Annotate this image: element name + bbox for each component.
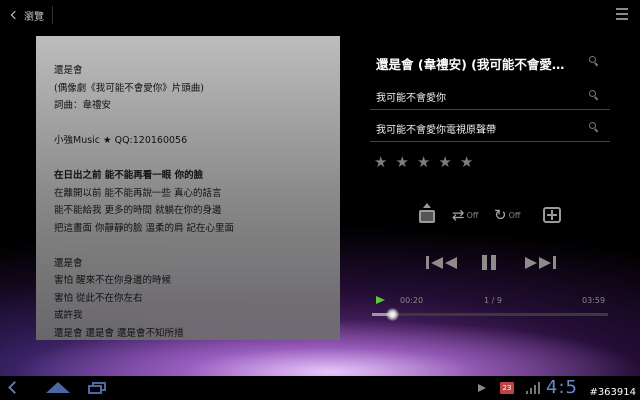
total-time: 03:59 [582,296,606,305]
seek-bar[interactable] [372,308,608,321]
skip-previous-icon[interactable] [426,256,457,269]
album-name: 我可能不會愛你 [376,93,446,104]
skip-next-icon[interactable] [525,256,556,269]
lyric-line: 把這畫面 你靜靜的臉 溫柔的肩 記在心里面 [54,222,235,234]
search-icon[interactable] [589,90,599,101]
star-icon[interactable]: ★ [374,153,387,171]
lyric-line: 害怕 從此不在你左右 [54,292,143,304]
lyrics-panel[interactable]: 還是會 (偶像劇《我可能不會愛你》片頭曲) 詞曲：韋禮安小強Music ★ QQ:1… [36,36,340,340]
pause-icon[interactable] [482,255,496,270]
lyric-spacer [54,237,322,255]
video-search-row[interactable]: 我可能不會愛你電視原聲帶 [370,114,610,142]
lyric-line: 能不能給我 更多的時間 就躺在你的身邊 [54,205,222,216]
lyric-line: 詞曲：韋禮安 [54,100,112,111]
shuffle-button[interactable]: ⇄ Off [452,207,478,223]
star-icon[interactable]: ★ [417,153,430,171]
lyric-spacer [54,115,322,133]
search-icon[interactable] [589,122,599,133]
menu-icon[interactable] [616,8,628,20]
star-icon[interactable]: ★ [460,153,473,171]
sound-effects-icon[interactable] [543,207,561,223]
nav-home-icon[interactable] [46,382,70,393]
lyric-line: 或許我 [54,310,83,321]
nav-recent-apps-icon[interactable] [88,382,106,394]
soundtrack-name: 我可能不會愛你電視原聲帶 [376,125,496,136]
rating-stars[interactable]: ★ ★ ★ ★ ★ [374,153,473,171]
search-icon[interactable] [589,56,599,67]
action-bar-divider [52,6,53,24]
nav-back-icon[interactable] [8,381,28,394]
repeat-button[interactable]: ↻ Off [494,207,520,223]
action-bar: 瀏覽 [0,0,640,30]
lyric-line: 小強Music ★ QQ:120160056 [54,135,188,146]
music-player-screen: 瀏覽 還是會 (偶像劇《我可能不會愛你》片頭曲) 詞曲：韋禮安小強Music ★ Q… [0,0,640,376]
calendar-notification-icon[interactable]: 23 [500,382,514,394]
lyric-spacer [54,150,322,168]
song-title: 還是會 (韋禮安) (我可能不會愛… [376,57,565,72]
chevron-left-icon [10,10,20,20]
lyric-line: 還是會 [54,257,83,269]
repeat-icon: ↻ [494,206,507,224]
elapsed-time: 00:20 [400,296,424,305]
lyric-line: (偶像劇《我可能不會愛你》片頭曲) [54,82,204,94]
watermark: #363914 [587,387,638,398]
system-bar: 23 4:5 #363914 [0,376,640,400]
calendar-day: 23 [502,384,512,392]
shuffle-state: Off [466,210,479,220]
signal-icon [526,382,540,394]
star-icon[interactable]: ★ [438,153,451,171]
lyric-line: 還是會 還是會 還是會不知所措 [54,327,184,339]
lyric-line-current: 在日出之前 能不能再看一眼 你的臉 [54,170,204,181]
seek-thumb[interactable] [385,308,399,321]
music-notification-icon[interactable] [478,384,486,392]
back-label: 瀏覽 [24,11,44,23]
lyric-line: 還是會 [54,65,83,76]
star-icon[interactable]: ★ [395,153,408,171]
browse-back-button[interactable]: 瀏覽 [4,4,48,26]
track-position: 1 / 9 [484,296,502,305]
album-search-row[interactable]: 我可能不會愛你 [370,82,610,110]
shuffle-icon: ⇄ [452,206,465,224]
now-playing-icon [376,296,385,304]
lyric-line: 在離開以前 能不能再說一些 真心的話言 [54,187,222,199]
status-clock[interactable]: 4:5 [546,377,578,398]
add-to-playlist-icon[interactable] [418,203,436,225]
lyric-line: 害怕 醒來不在你身邊的時候 [54,275,172,286]
repeat-state: Off [508,210,521,220]
